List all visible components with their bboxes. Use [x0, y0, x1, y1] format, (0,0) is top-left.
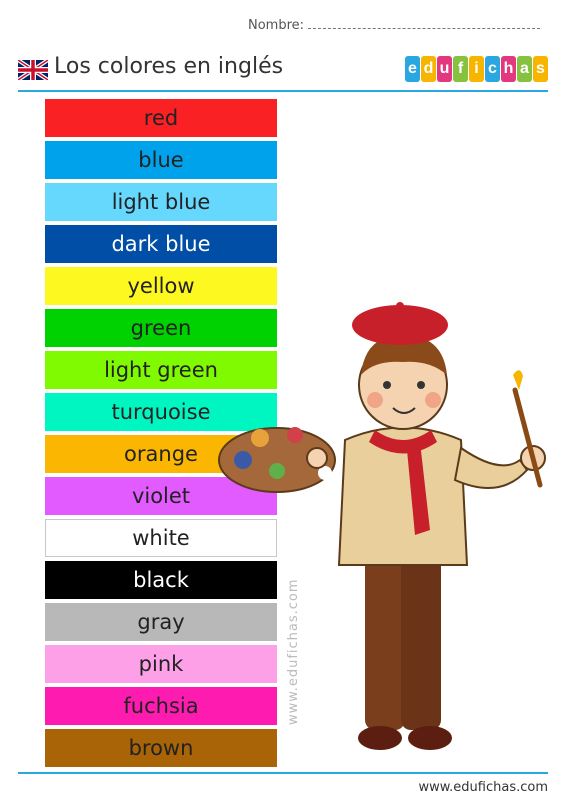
logo-letter: u	[437, 56, 452, 82]
color-swatch-blue: blue	[45, 141, 277, 179]
name-label: Nombre:	[248, 18, 305, 33]
logo-letter: a	[517, 56, 532, 82]
logo-letter: c	[485, 56, 500, 82]
logo-letter: e	[405, 56, 420, 82]
edufichas-logo: edufichas	[404, 56, 548, 82]
painter-boy-illustration	[218, 302, 546, 750]
header-divider	[18, 90, 548, 92]
uk-flag-icon	[18, 60, 48, 80]
name-line[interactable]	[308, 16, 541, 29]
color-swatch-dark-blue: dark blue	[45, 225, 277, 263]
logo-letter: f	[453, 56, 468, 82]
footer-divider	[18, 772, 548, 774]
color-swatch-light-blue: light blue	[45, 183, 277, 221]
name-field: Nombre:	[248, 16, 541, 33]
logo-letter: d	[421, 56, 436, 82]
page-title: Los colores en inglés	[54, 54, 284, 79]
page-header: Los colores en inglés edufichas	[18, 50, 548, 90]
footer-url[interactable]: www.edufichas.com	[418, 780, 548, 795]
logo-letter: s	[533, 56, 548, 82]
logo-letter: h	[501, 56, 516, 82]
color-swatch-red: red	[45, 99, 277, 137]
logo-letter: i	[469, 56, 484, 82]
